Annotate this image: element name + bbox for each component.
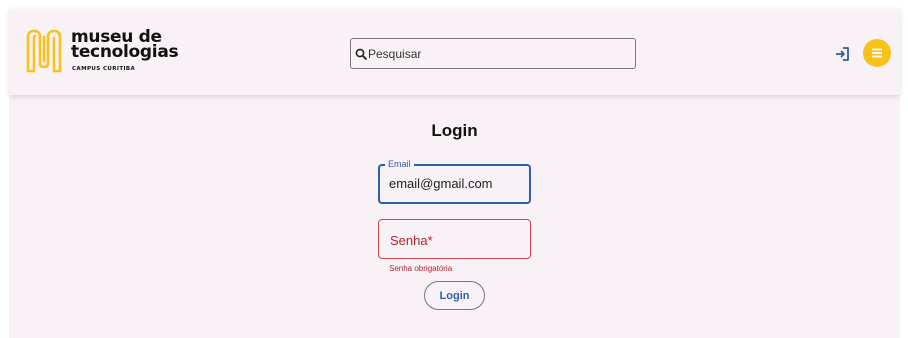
- top-app-bar: museu de tecnologias CAMPUS CURITIBA: [9, 9, 900, 95]
- menu-icon: [872, 48, 882, 58]
- museum-logo-icon: [26, 29, 62, 73]
- search-input[interactable]: [367, 46, 618, 61]
- password-field[interactable]: Senha*: [378, 219, 531, 259]
- password-label: Senha*: [390, 233, 433, 248]
- login-icon[interactable]: [833, 45, 851, 63]
- login-button[interactable]: Login: [424, 281, 485, 310]
- search-box[interactable]: [350, 38, 636, 69]
- logo-title-line2: tecnologias: [71, 42, 179, 62]
- password-error-message: Senha obrigatória: [389, 264, 453, 273]
- email-field[interactable]: Email: [378, 159, 531, 204]
- logo-subtitle: CAMPUS CURITIBA: [72, 66, 136, 72]
- page-title: Login: [431, 121, 478, 140]
- email-label: Email: [385, 159, 414, 169]
- search-icon: [355, 48, 367, 60]
- site-logo[interactable]: museu de tecnologias CAMPUS CURITIBA: [25, 27, 179, 77]
- menu-button[interactable]: [863, 39, 891, 67]
- email-input[interactable]: [389, 176, 524, 191]
- page: museu de tecnologias CAMPUS CURITIBA Log…: [9, 9, 900, 338]
